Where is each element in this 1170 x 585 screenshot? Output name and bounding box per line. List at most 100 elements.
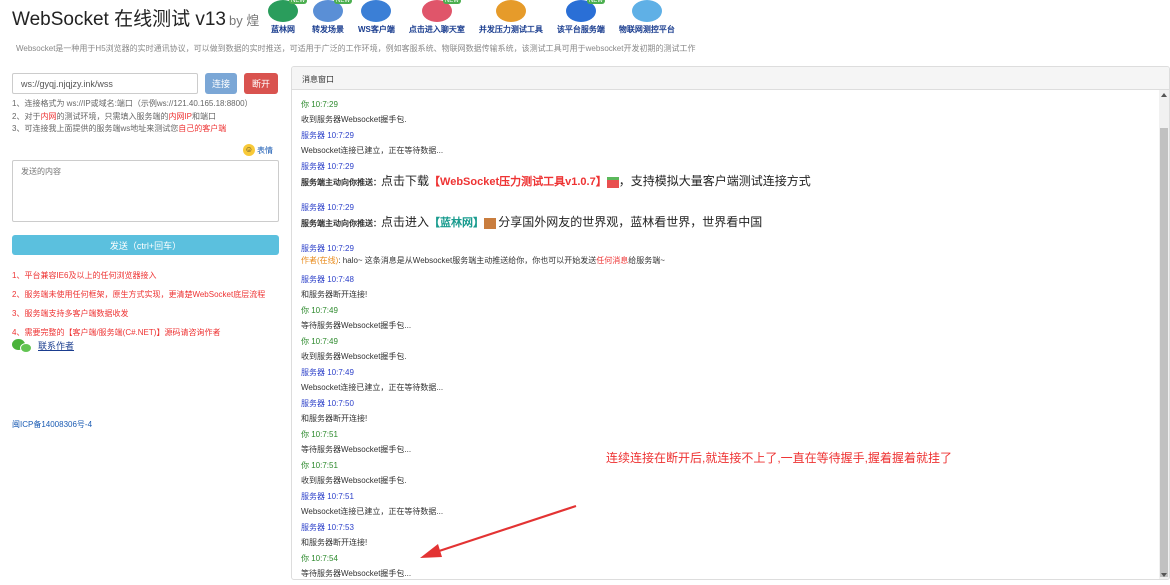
contact-author[interactable]: 联系作者 [12, 338, 74, 353]
online-text-b: 任何消息 [596, 256, 629, 265]
message-time: 10:7:51 [311, 430, 338, 439]
connect-button[interactable]: 连接 [205, 73, 237, 94]
note-1: 1、平台兼容IE6及以上的任何浏览器接入 [12, 271, 157, 280]
emoji-button[interactable]: ☺ 表情 [243, 144, 273, 156]
disconnect-button[interactable]: 断开 [244, 73, 278, 94]
message-sender: 服务器 [301, 131, 325, 140]
nav-item-3[interactable]: NEW 点击进入聊天室 [409, 0, 465, 36]
message-time: 10:7:51 [327, 492, 354, 501]
message-time: 10:7:29 [327, 131, 354, 140]
nav-label: 并发压力测试工具 [478, 25, 543, 34]
tip-2-c: 的测试环境，只需填入服务端的 [56, 111, 169, 121]
message-sender: 服务器 [301, 368, 325, 377]
message-body: 收到服务器Websocket握手包. [301, 351, 1151, 362]
message-sender: 你 [301, 461, 309, 470]
annotation-arrow-icon [420, 504, 577, 558]
title-text: WebSocket 在线测试 v13 [12, 9, 227, 30]
new-badge: NEW [289, 0, 307, 4]
title-author: by 煌 [229, 13, 260, 28]
nav-item-1[interactable]: NEW 转发场景 [312, 0, 352, 36]
message-window-title: 消息窗口 [292, 67, 1169, 90]
emoji-label: 表情 [257, 145, 273, 155]
wechat-icon [12, 338, 32, 353]
message-time: 10:7:48 [327, 275, 354, 284]
globe-icon: NEW [268, 0, 307, 22]
feature-notes: 1、平台兼容IE6及以上的任何浏览器接入 2、服务端未使用任何框架，原生方式实现… [12, 266, 265, 342]
message-meta: 服务器 10:7:29 [301, 130, 1151, 141]
scroll-down-icon[interactable] [1161, 573, 1167, 577]
message-item: 你 10:7:49 收到服务器Websocket握手包. [301, 336, 1151, 367]
contact-author-link[interactable]: 联系作者 [38, 339, 74, 352]
message-item: 你 10:7:29 收到服务器Websocket握手包. [301, 99, 1151, 130]
message-item: 服务器 10:7:49 Websocket连接已建立，正在等待数据... [301, 367, 1151, 398]
nav-item-4[interactable]: 并发压力测试工具 [479, 0, 543, 36]
message-time: 10:7:50 [327, 399, 354, 408]
message-time: 10:7:49 [311, 306, 338, 315]
message-sender: 你 [301, 337, 309, 346]
tip-2-d: 内网IP [168, 111, 193, 121]
nav-label: 点击进入聊天室 [408, 25, 465, 34]
tip-3-b: 自己的客户端 [178, 124, 227, 133]
icp-link[interactable]: 闽ICP备14008306号-4 [12, 419, 92, 430]
message-time: 10:7:29 [327, 203, 354, 212]
push-lead: 点击进入 [381, 215, 430, 229]
cloud-icon [631, 0, 662, 22]
message-body: 和服务器断开连接! [301, 413, 1151, 424]
message-scrollbar[interactable] [1159, 90, 1169, 579]
message-meta: 服务器 10:7:29 [301, 202, 1151, 213]
connection-tips: 1、连接格式为 ws://IP或域名:端口（示例ws://121.40.165.… [12, 98, 253, 136]
message-sender: 服务器 [301, 492, 325, 501]
message-meta: 服务器 10:7:49 [301, 367, 1151, 378]
message-item: 服务器 10:7:29 作者(在线): halo~ 这条消息是从Websocket… [301, 243, 1151, 274]
nav-label: WS客户端 [358, 25, 395, 34]
nav-item-0[interactable]: NEW 蓝林网 [268, 0, 307, 36]
message-body: 和服务器断开连接! [301, 289, 1151, 300]
message-input[interactable] [12, 160, 279, 222]
message-sender: 服务器 [301, 203, 325, 212]
message-sender: 你 [301, 554, 309, 563]
scroll-up-icon[interactable] [1161, 93, 1167, 97]
annotation-text: 连续连接在断开后,就连接不上了,一直在等待握手,握着握着就挂了 [606, 451, 953, 465]
push-prefix: 服务端主动向你推送： [301, 178, 381, 187]
chat-people-icon: NEW [421, 0, 461, 22]
tip-2-a: 2、对于 [12, 111, 41, 121]
scroll-thumb[interactable] [1160, 128, 1168, 577]
message-sender: 服务器 [301, 399, 325, 408]
message-text: Websocket连接已建立，正在等待数据... [301, 383, 444, 392]
push-link[interactable]: 【WebSocket压力测试工具v1.0.7】 [429, 176, 607, 188]
message-time: 10:7:29 [327, 162, 354, 171]
message-body: 收到服务器Websocket握手包. [301, 475, 1151, 486]
message-text: 和服务器断开连接! [301, 290, 368, 299]
nav-item-6[interactable]: 物联网测控平台 [619, 0, 675, 36]
nav-label: 转发场景 [312, 25, 344, 34]
send-button[interactable]: 发送（ctrl+回车） [12, 235, 279, 255]
message-body: Websocket连接已建立，正在等待数据... [301, 145, 1151, 156]
message-item: 服务器 10:7:29 Websocket连接已建立，正在等待数据... [301, 130, 1151, 161]
tip-2-e: 和端口 [192, 111, 217, 121]
message-time: 10:7:54 [311, 554, 338, 563]
push-prefix: 服务端主动向你推送： [301, 219, 381, 228]
new-badge: NEW [586, 0, 605, 4]
note-2: 2、服务端未使用任何框架，原生方式实现，更清楚WebSocket底层流程 [12, 290, 266, 299]
message-body: 等待服务器Websocket握手包... [301, 320, 1151, 331]
push-tail: 分享国外网友的世界观，蓝林看世界，世界看中国 [498, 215, 763, 229]
message-sender: 你 [301, 430, 309, 439]
nav-label: 蓝林网 [271, 25, 295, 34]
message-item: 你 10:7:49 等待服务器Websocket握手包... [301, 305, 1151, 336]
message-text: 收到服务器Websocket握手包. [301, 476, 407, 485]
message-sender: 服务器 [301, 244, 325, 253]
ws-url-input[interactable] [12, 73, 198, 94]
message-sender: 你 [301, 100, 309, 109]
message-time: 10:7:49 [311, 337, 338, 346]
smiley-icon: ☺ [243, 144, 255, 156]
push-link[interactable]: 【蓝林网】 [429, 217, 484, 229]
message-time: 10:7:49 [327, 368, 354, 377]
message-body: 服务端主动向你推送：点击下载【WebSocket压力测试工具v1.0.7】 ，支持… [301, 175, 1151, 189]
earth-icon: NEW [565, 0, 605, 22]
new-badge: NEW [334, 0, 352, 4]
nav-item-2[interactable]: WS客户端 [358, 0, 395, 36]
message-meta: 你 10:7:29 [301, 99, 1151, 110]
nav-label: 该平台服务端 [556, 25, 605, 34]
message-text: 等待服务器Websocket握手包... [301, 321, 412, 330]
nav-item-5[interactable]: NEW 该平台服务端 [557, 0, 605, 36]
